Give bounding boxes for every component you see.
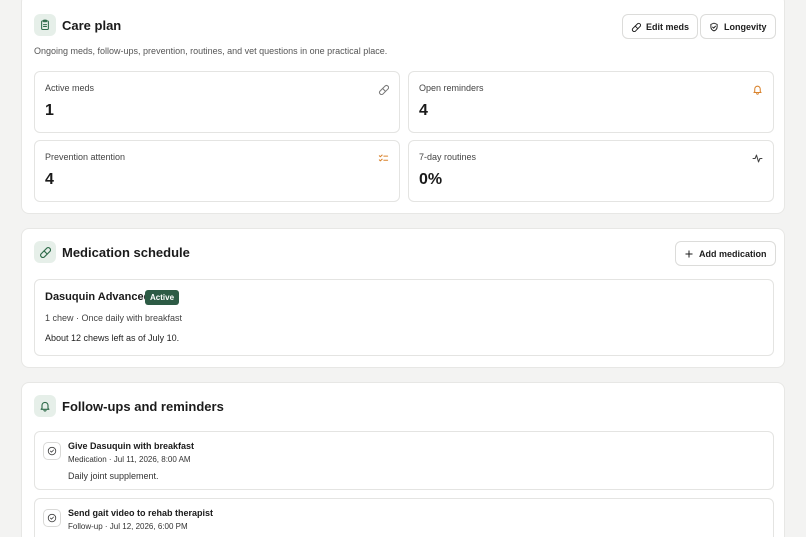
stat-7-day-routines: 7-day routines 0% [408,140,774,202]
stat-open-reminders: Open reminders 4 [408,71,774,133]
reminder-item[interactable]: Give Dasuquin with breakfast Medication … [34,431,774,490]
add-medication-label: Add medication [699,248,767,259]
pill-icon [34,241,56,263]
pill-icon [631,22,641,32]
clipboard-icon [34,14,56,36]
care-plan-card: Care plan Edit meds Longevity Ongoing me… [21,0,785,214]
check-circle-icon [47,446,57,456]
edit-meds-button[interactable]: Edit meds [622,14,699,39]
follow-ups-title: Follow-ups and reminders [62,398,224,414]
reminder-note: Daily joint supplement. [68,471,159,481]
care-plan-header: Care plan [34,14,121,36]
longevity-button[interactable]: Longevity [700,14,776,39]
stat-value: 4 [45,171,54,188]
stat-label: 7-day routines [419,152,477,162]
medication-item[interactable]: Dasuquin Advanced Active 1 chew · Once d… [34,279,774,356]
medication-dosage: 1 chew · Once daily with breakfast [45,313,183,323]
stat-value: 0% [419,171,443,188]
stat-label: Prevention attention [45,152,126,162]
stat-value: 1 [45,102,54,119]
care-plan-subtitle: Ongoing meds, follow-ups, prevention, ro… [34,46,388,56]
shield-icon [710,22,718,31]
reminder-meta: Medication · Jul 11, 2026, 8:00 AM [68,455,191,464]
bell-icon [34,395,56,417]
care-plan-title: Care plan [62,17,122,33]
checklist-icon [378,151,389,162]
pill-icon [378,82,390,96]
stat-label: Active meds [45,83,95,93]
add-medication-button[interactable]: Add medication [675,241,776,266]
activity-icon [752,151,763,163]
medication-name: Dasuquin Advanced [45,291,151,303]
medication-schedule-title: Medication schedule [62,244,190,260]
plus-icon [685,249,693,258]
edit-meds-label: Edit meds [646,21,690,32]
stat-prevention-attention: Prevention attention 4 [34,140,400,202]
stat-value: 4 [419,102,428,119]
reminder-title: Send gait video to rehab therapist [68,508,214,518]
medication-schedule-header: Medication schedule [34,241,190,263]
reminder-meta: Follow-up · Jul 12, 2026, 6:00 PM [68,522,188,531]
medication-note: About 12 chews left as of July 10. [45,333,180,343]
check-circle-icon [47,513,57,523]
reminder-item[interactable]: Send gait video to rehab therapist Follo… [34,498,774,537]
longevity-label: Longevity [724,21,767,32]
stat-active-meds: Active meds 1 [34,71,400,133]
complete-reminder-button[interactable] [43,442,61,460]
follow-ups-card: Follow-ups and reminders Give Dasuquin w… [21,382,785,537]
reminder-title: Give Dasuquin with breakfast [68,441,195,451]
complete-reminder-button[interactable] [43,509,61,527]
follow-ups-header: Follow-ups and reminders [34,395,224,417]
status-badge: Active [145,290,180,305]
bell-icon [752,82,763,95]
medication-schedule-card: Medication schedule Add medication Dasuq… [21,228,785,368]
stat-label: Open reminders [419,83,484,93]
